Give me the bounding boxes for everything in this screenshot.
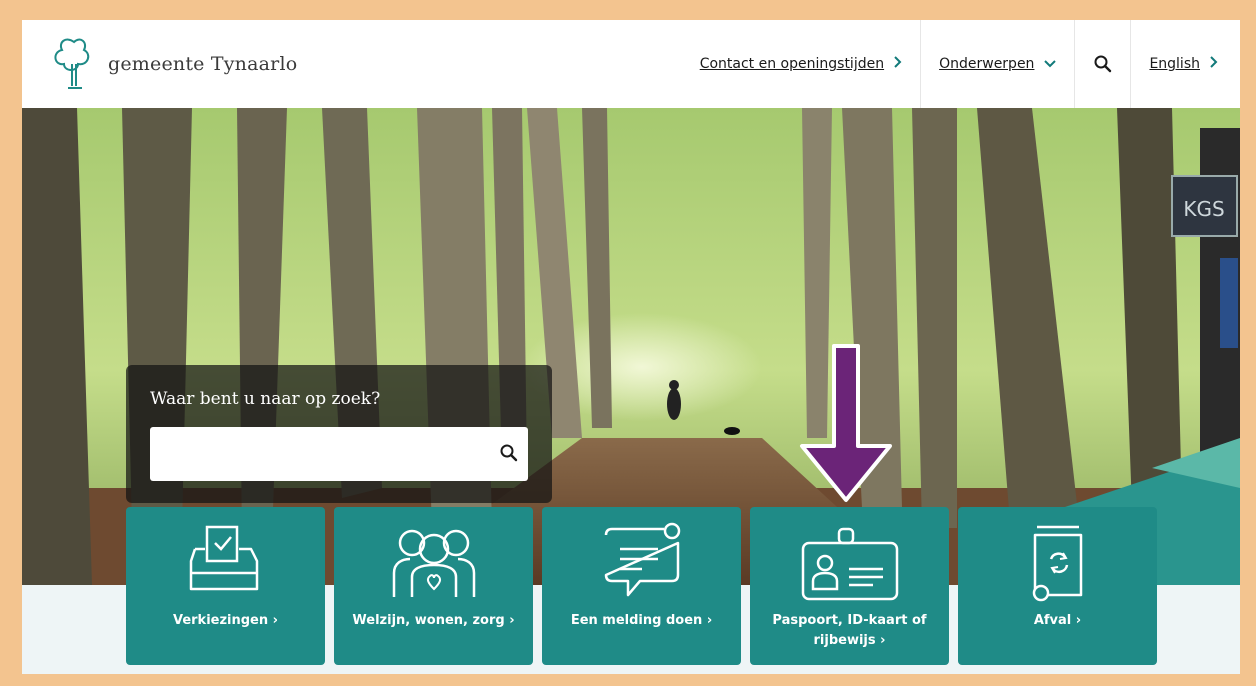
- nav-english-label: English: [1149, 56, 1200, 72]
- chevron-down-icon: [1044, 56, 1057, 72]
- tile-label: Welzijn, wonen, zorg: [352, 613, 505, 628]
- tile-verkiezingen[interactable]: Verkiezingen ›: [126, 507, 325, 665]
- tile-label: Paspoort, ID-kaart of rijbewijs: [772, 613, 927, 648]
- logo-text: gemeente Tynaarlo: [108, 53, 298, 75]
- search-icon: [500, 444, 518, 462]
- tree-logo-icon: [54, 38, 90, 89]
- search-input[interactable]: [150, 427, 528, 481]
- nav-topics-dropdown[interactable]: Onderwerpen: [920, 20, 1074, 108]
- chevron-right-icon: ›: [880, 633, 886, 648]
- tile-label: Verkiezingen: [172, 613, 269, 628]
- search-panel: Waar bent u naar op zoek?: [126, 365, 552, 503]
- message-notification-icon: [594, 519, 690, 609]
- arrow-down-icon: [800, 344, 892, 502]
- nav-topics-label: Onderwerpen: [939, 56, 1035, 72]
- main-nav: Contact en openingstijden Onderwerpen En…: [682, 20, 1240, 108]
- search-submit-button[interactable]: [500, 444, 518, 466]
- id-card-icon: [795, 519, 905, 609]
- recycle-bin-icon: [1023, 519, 1093, 609]
- chevron-right-icon: ›: [706, 613, 713, 628]
- tile-label: Een melding doen: [570, 613, 703, 628]
- nav-search-button[interactable]: [1074, 20, 1130, 108]
- chevron-right-icon: ›: [509, 613, 515, 628]
- nav-contact-label: Contact en openingstijden: [699, 56, 885, 72]
- chevron-right-icon: [1210, 56, 1218, 72]
- search-title: Waar bent u naar op zoek?: [150, 389, 381, 409]
- road-sign-text: KGS: [1183, 197, 1224, 221]
- people-heart-icon: [384, 519, 484, 609]
- nav-english-link[interactable]: English: [1130, 20, 1240, 108]
- tile-paspoort[interactable]: Paspoort, ID-kaart of rijbewijs ›: [750, 507, 949, 665]
- site-logo[interactable]: gemeente Tynaarlo: [50, 34, 297, 94]
- tile-label: Afval: [1033, 613, 1072, 628]
- page-frame: gemeente Tynaarlo Contact en openingstij…: [22, 20, 1240, 674]
- chevron-right-icon: [894, 56, 902, 72]
- search-icon: [1094, 55, 1112, 73]
- chevron-right-icon: ›: [272, 613, 279, 628]
- tile-melding[interactable]: Een melding doen ›: [542, 507, 741, 665]
- nav-contact-link[interactable]: Contact en openingstijden: [682, 20, 920, 108]
- chevron-right-icon: ›: [1075, 613, 1082, 628]
- ballot-box-icon: [181, 519, 271, 609]
- tile-afval[interactable]: Afval ›: [958, 507, 1157, 665]
- tile-welzijn[interactable]: Welzijn, wonen, zorg ›: [334, 507, 533, 665]
- site-header: gemeente Tynaarlo Contact en openingstij…: [22, 20, 1240, 109]
